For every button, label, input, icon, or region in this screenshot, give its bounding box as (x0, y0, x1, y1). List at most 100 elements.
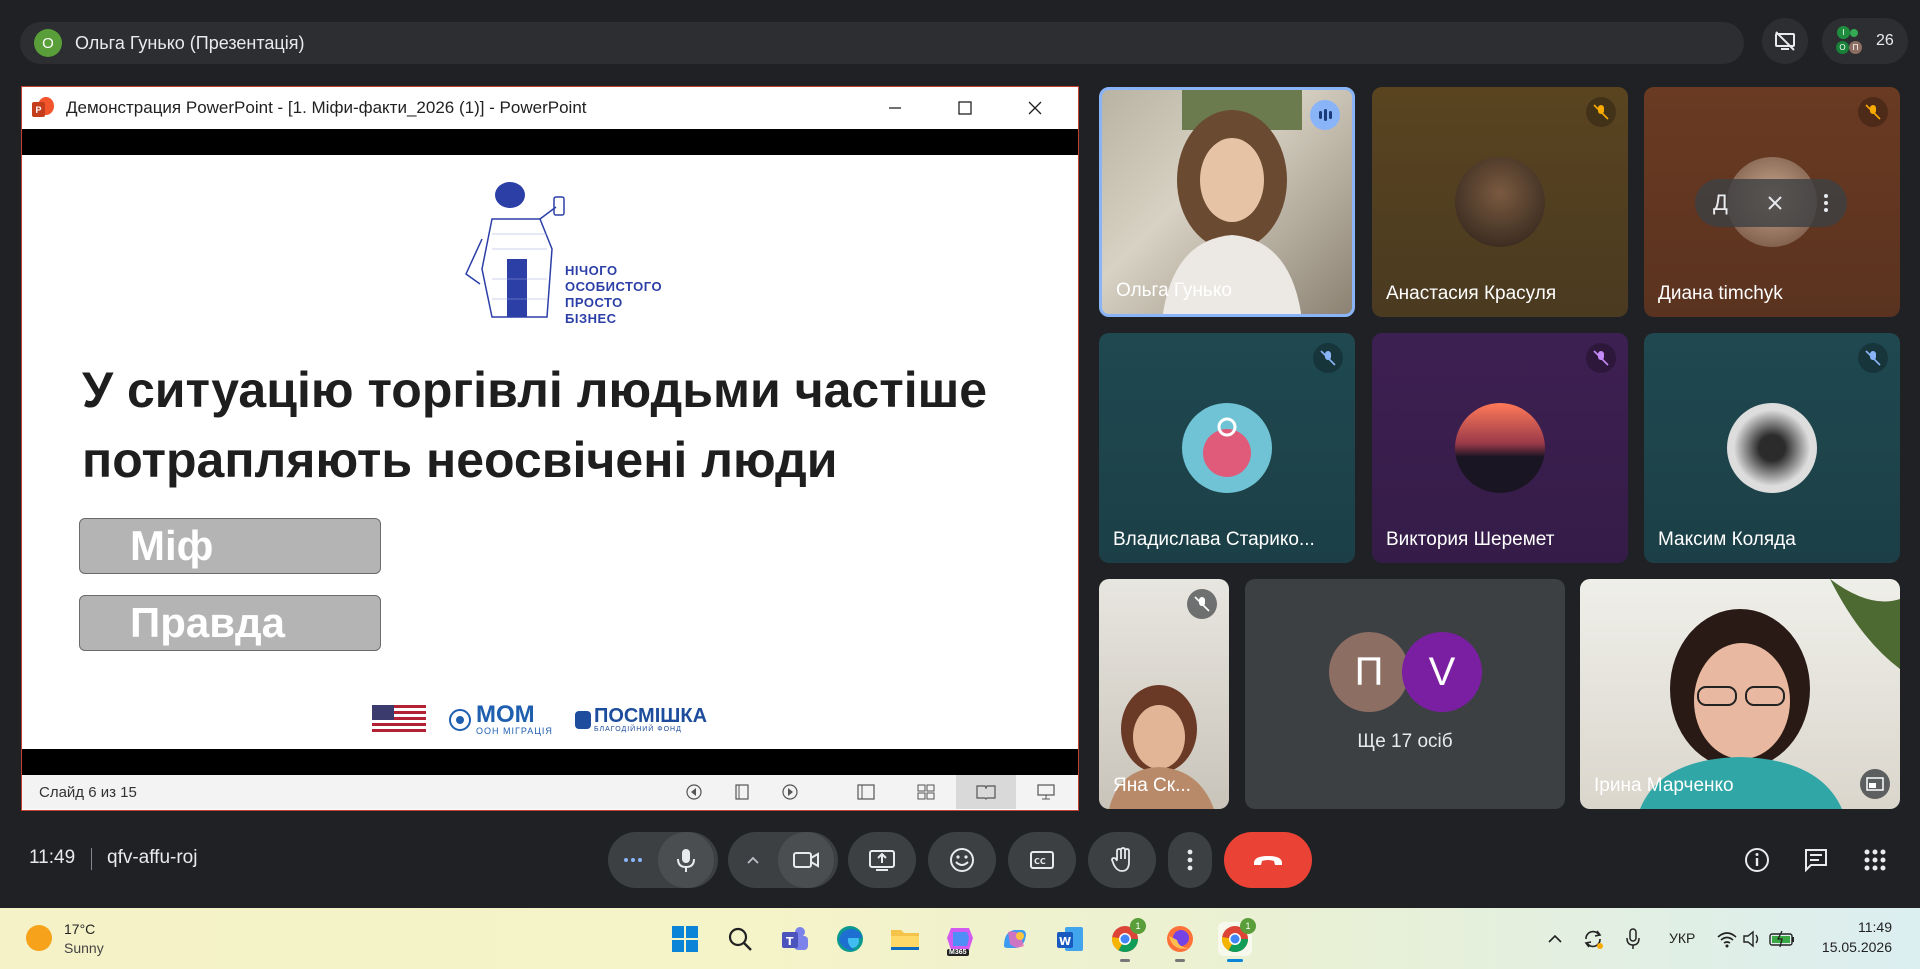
normal-view-button[interactable] (836, 775, 896, 809)
chrome-app[interactable]: 1 (1108, 918, 1146, 962)
windows-logo-icon (672, 926, 698, 952)
svg-text:CC: CC (1034, 857, 1046, 866)
taskbar-clock[interactable]: 11:49 (1832, 919, 1892, 935)
people-count: 26 (1876, 32, 1894, 49)
call-end-icon (1254, 856, 1282, 865)
ppt-window-title: Демонстрация PowerPoint - [1. Міфи-факти… (66, 98, 587, 117)
folder-icon (891, 930, 919, 950)
mic-off-indicator (1586, 343, 1616, 373)
reading-view-button[interactable] (956, 775, 1016, 809)
sync-tray-button[interactable] (1576, 922, 1610, 956)
campaign-logo-text: НІЧОГО ОСОБИСТОГО ПРОСТО БІЗНЕС (565, 263, 663, 326)
mic-icon (1626, 928, 1640, 949)
videocam-icon (793, 852, 819, 868)
minimize-button[interactable] (860, 87, 930, 129)
mic-off-indicator (1858, 97, 1888, 127)
show-hidden-icons-button[interactable] (1538, 922, 1572, 956)
top-right-controls: І О П 26 (1762, 18, 1908, 64)
meeting-details-button[interactable] (1742, 845, 1772, 875)
participant-name: Диана timchyk (1658, 283, 1783, 304)
participant-tile-vladyslava[interactable]: Владислава Старико... (1099, 333, 1355, 563)
close-button[interactable] (1000, 87, 1070, 129)
avatar (1455, 157, 1545, 247)
answer-truth-box[interactable]: Правда (79, 595, 381, 651)
chrome-app-active[interactable]: 1 (1218, 918, 1256, 962)
participant-name: Ірина Марченко (1594, 775, 1734, 796)
more-vert-icon[interactable] (1823, 193, 1829, 213)
tile-hover-controls[interactable]: Д (1695, 179, 1847, 227)
start-button[interactable] (668, 922, 702, 956)
slideshow-button[interactable] (1016, 775, 1076, 809)
weather-temperature[interactable]: 17°C (64, 921, 95, 937)
mic-off-icon (1865, 104, 1881, 120)
captions-button[interactable]: CC (1008, 832, 1076, 888)
ppt-view-buttons (670, 775, 1076, 809)
meeting-code[interactable]: qfv-affu-roj (107, 847, 197, 869)
meet-window: О Ольга Гунько (Презентація) І О П 26 P … (0, 0, 1920, 969)
chevron-up-icon (747, 856, 759, 864)
word-app[interactable]: W (1053, 922, 1087, 956)
slide-sorter-button[interactable] (896, 775, 956, 809)
participant-tile-diana[interactable]: Д Диана timchyk (1644, 87, 1900, 317)
reactions-button[interactable] (928, 832, 996, 888)
teams-app[interactable]: T (778, 922, 812, 956)
pin-icon[interactable] (1765, 193, 1785, 213)
file-explorer-app[interactable] (888, 922, 922, 956)
speaking-indicator (1310, 100, 1340, 130)
chat-button[interactable] (1801, 845, 1831, 875)
apps-grid-icon (1864, 849, 1886, 871)
search-button[interactable] (723, 922, 757, 956)
participant-tile-anastasia[interactable]: Анастасия Красуля (1372, 87, 1628, 317)
reading-view-icon (976, 785, 996, 800)
taurus-avatar-icon (1203, 417, 1251, 477)
participant-tile-iryna[interactable]: Ірина Марченко (1580, 579, 1900, 809)
slide-counter: Слайд 6 из 15 (39, 783, 137, 801)
mic-off-indicator (1858, 343, 1888, 373)
firefox-app[interactable] (1163, 922, 1197, 962)
quick-settings-button[interactable] (1713, 922, 1799, 956)
notes-button[interactable] (718, 775, 766, 809)
taskbar-date[interactable]: 15.05.2026 (1812, 939, 1892, 955)
letterbox-bottom (22, 749, 1078, 775)
answer-myth-box[interactable]: Міф (79, 518, 381, 574)
leave-call-button[interactable] (1224, 832, 1312, 888)
sun-icon[interactable] (26, 925, 52, 951)
audio-settings-button[interactable] (608, 857, 658, 863)
presentation-bar[interactable]: О Ольга Гунько (Презентація) (20, 22, 1744, 64)
mic-off-icon (1593, 104, 1609, 120)
avatar (1455, 403, 1545, 493)
edge-icon (837, 926, 863, 952)
avatar (1727, 403, 1817, 493)
camera-button[interactable] (778, 832, 834, 888)
participant-tile-yana[interactable]: Яна Ск... (1099, 579, 1229, 809)
participant-tile-maksym[interactable]: Максим Коляда (1644, 333, 1900, 563)
copilot-app[interactable] (998, 922, 1032, 956)
other-participants-tile[interactable]: П V Ще 17 осіб (1245, 579, 1565, 809)
next-icon (782, 784, 798, 800)
word-icon: W (1057, 927, 1083, 951)
campaign-illustration (465, 182, 565, 318)
maximize-button[interactable] (930, 87, 1000, 129)
participant-tile-olga[interactable]: Ольга Гунько (1099, 87, 1355, 317)
hide-presentation-button[interactable] (1762, 18, 1808, 64)
present-button[interactable] (848, 832, 916, 888)
activities-button[interactable] (1860, 845, 1890, 875)
more-options-button[interactable] (1168, 832, 1212, 888)
mic-tray-button[interactable] (1616, 922, 1650, 956)
m365-app[interactable]: M365 (943, 922, 977, 956)
prev-slide-button[interactable] (670, 775, 718, 809)
video-settings-button[interactable] (728, 855, 778, 865)
raise-hand-button[interactable] (1088, 832, 1156, 888)
next-slide-button[interactable] (766, 775, 814, 809)
picture-in-picture-button[interactable] (1860, 769, 1890, 799)
weather-description[interactable]: Sunny (64, 940, 104, 956)
slide[interactable]: НІЧОГО ОСОБИСТОГО ПРОСТО БІЗНЕС У ситуац… (22, 155, 1078, 749)
posmishka-mark-icon (574, 710, 591, 729)
participant-tile-viktoria[interactable]: Виктория Шеремет (1372, 333, 1628, 563)
mic-button[interactable] (658, 832, 714, 888)
ppt-title-bar[interactable]: P Демонстрация PowerPoint - [1. Міфи-фак… (22, 87, 1078, 129)
people-button[interactable]: І О П 26 (1822, 18, 1908, 64)
notes-icon (735, 784, 749, 800)
language-indicator[interactable]: УКР (1669, 930, 1695, 946)
edge-app[interactable] (833, 922, 867, 956)
